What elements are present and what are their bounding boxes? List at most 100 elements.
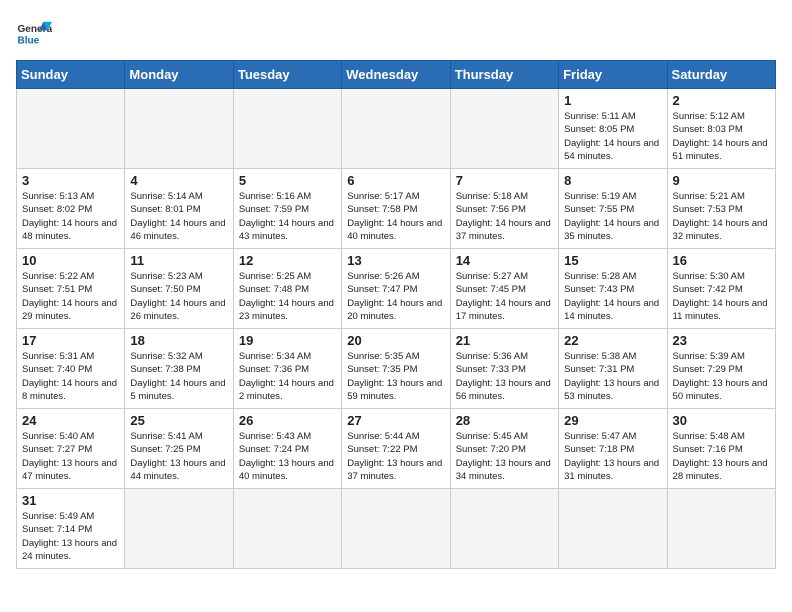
day-number: 7	[456, 173, 553, 188]
day-number: 1	[564, 93, 661, 108]
day-info: Sunrise: 5:19 AM Sunset: 7:55 PM Dayligh…	[564, 190, 661, 243]
day-info: Sunrise: 5:17 AM Sunset: 7:58 PM Dayligh…	[347, 190, 444, 243]
day-number: 27	[347, 413, 444, 428]
weekday-header-thursday: Thursday	[450, 61, 558, 89]
day-info: Sunrise: 5:13 AM Sunset: 8:02 PM Dayligh…	[22, 190, 119, 243]
logo: General Blue	[16, 16, 52, 52]
calendar-cell: 24 Sunrise: 5:40 AM Sunset: 7:27 PM Dayli…	[17, 409, 125, 489]
day-number: 13	[347, 253, 444, 268]
day-info: Sunrise: 5:27 AM Sunset: 7:45 PM Dayligh…	[456, 270, 553, 323]
day-info: Sunrise: 5:41 AM Sunset: 7:25 PM Dayligh…	[130, 430, 227, 483]
calendar-cell: 25 Sunrise: 5:41 AM Sunset: 7:25 PM Dayli…	[125, 409, 233, 489]
day-number: 4	[130, 173, 227, 188]
day-number: 31	[22, 493, 119, 508]
calendar-cell	[559, 489, 667, 569]
day-info: Sunrise: 5:22 AM Sunset: 7:51 PM Dayligh…	[22, 270, 119, 323]
calendar-cell: 17 Sunrise: 5:31 AM Sunset: 7:40 PM Dayli…	[17, 329, 125, 409]
calendar-cell: 15 Sunrise: 5:28 AM Sunset: 7:43 PM Dayli…	[559, 249, 667, 329]
calendar-cell: 7 Sunrise: 5:18 AM Sunset: 7:56 PM Daylig…	[450, 169, 558, 249]
day-info: Sunrise: 5:47 AM Sunset: 7:18 PM Dayligh…	[564, 430, 661, 483]
day-number: 3	[22, 173, 119, 188]
calendar-cell: 9Sunrise: 5:21 AM Sunset: 7:53 PM Daylig…	[667, 169, 775, 249]
day-number: 6	[347, 173, 444, 188]
day-number: 28	[456, 413, 553, 428]
calendar-cell: 31 Sunrise: 5:49 AM Sunset: 7:14 PM Dayli…	[17, 489, 125, 569]
day-number: 24	[22, 413, 119, 428]
day-number: 30	[673, 413, 770, 428]
calendar-cell: 8 Sunrise: 5:19 AM Sunset: 7:55 PM Daylig…	[559, 169, 667, 249]
calendar-cell: 5Sunrise: 5:16 AM Sunset: 7:59 PM Daylig…	[233, 169, 341, 249]
day-number: 25	[130, 413, 227, 428]
calendar-cell: 12 Sunrise: 5:25 AM Sunset: 7:48 PM Dayli…	[233, 249, 341, 329]
day-number: 5	[239, 173, 336, 188]
calendar-cell: 4 Sunrise: 5:14 AM Sunset: 8:01 PM Daylig…	[125, 169, 233, 249]
calendar-cell: 30Sunrise: 5:48 AM Sunset: 7:16 PM Dayli…	[667, 409, 775, 489]
day-number: 23	[673, 333, 770, 348]
day-info: Sunrise: 5:32 AM Sunset: 7:38 PM Dayligh…	[130, 350, 227, 403]
calendar-cell: 29 Sunrise: 5:47 AM Sunset: 7:18 PM Dayli…	[559, 409, 667, 489]
day-number: 12	[239, 253, 336, 268]
day-info: Sunrise: 5:34 AM Sunset: 7:36 PM Dayligh…	[239, 350, 336, 403]
day-number: 2	[673, 93, 770, 108]
day-info: Sunrise: 5:28 AM Sunset: 7:43 PM Dayligh…	[564, 270, 661, 323]
day-number: 19	[239, 333, 336, 348]
calendar-cell	[233, 489, 341, 569]
calendar-week-row: 17 Sunrise: 5:31 AM Sunset: 7:40 PM Dayli…	[17, 329, 776, 409]
weekday-header-sunday: Sunday	[17, 61, 125, 89]
page-header: General Blue	[16, 16, 776, 52]
calendar-cell: 19 Sunrise: 5:34 AM Sunset: 7:36 PM Dayli…	[233, 329, 341, 409]
calendar-week-row: 24 Sunrise: 5:40 AM Sunset: 7:27 PM Dayli…	[17, 409, 776, 489]
calendar-cell: 16 Sunrise: 5:30 AM Sunset: 7:42 PM Dayli…	[667, 249, 775, 329]
calendar-cell: 23Sunrise: 5:39 AM Sunset: 7:29 PM Dayli…	[667, 329, 775, 409]
calendar-cell: 20 Sunrise: 5:35 AM Sunset: 7:35 PM Dayli…	[342, 329, 450, 409]
calendar-week-row: 1Sunrise: 5:11 AM Sunset: 8:05 PM Daylig…	[17, 89, 776, 169]
day-number: 8	[564, 173, 661, 188]
day-number: 29	[564, 413, 661, 428]
day-info: Sunrise: 5:14 AM Sunset: 8:01 PM Dayligh…	[130, 190, 227, 243]
calendar-cell	[667, 489, 775, 569]
day-number: 21	[456, 333, 553, 348]
calendar-week-row: 10Sunrise: 5:22 AM Sunset: 7:51 PM Dayli…	[17, 249, 776, 329]
calendar-cell	[342, 489, 450, 569]
day-number: 16	[673, 253, 770, 268]
calendar-cell: 18 Sunrise: 5:32 AM Sunset: 7:38 PM Dayli…	[125, 329, 233, 409]
day-number: 15	[564, 253, 661, 268]
day-info: Sunrise: 5:31 AM Sunset: 7:40 PM Dayligh…	[22, 350, 119, 403]
day-info: Sunrise: 5:44 AM Sunset: 7:22 PM Dayligh…	[347, 430, 444, 483]
day-number: 20	[347, 333, 444, 348]
day-info: Sunrise: 5:35 AM Sunset: 7:35 PM Dayligh…	[347, 350, 444, 403]
day-number: 9	[673, 173, 770, 188]
day-info: Sunrise: 5:40 AM Sunset: 7:27 PM Dayligh…	[22, 430, 119, 483]
calendar-cell: 27 Sunrise: 5:44 AM Sunset: 7:22 PM Dayli…	[342, 409, 450, 489]
day-number: 26	[239, 413, 336, 428]
svg-text:Blue: Blue	[17, 35, 39, 46]
day-info: Sunrise: 5:12 AM Sunset: 8:03 PM Dayligh…	[673, 110, 770, 163]
calendar-cell	[125, 89, 233, 169]
day-info: Sunrise: 5:23 AM Sunset: 7:50 PM Dayligh…	[130, 270, 227, 323]
calendar-week-row: 31 Sunrise: 5:49 AM Sunset: 7:14 PM Dayli…	[17, 489, 776, 569]
day-number: 17	[22, 333, 119, 348]
calendar-cell: 11 Sunrise: 5:23 AM Sunset: 7:50 PM Dayli…	[125, 249, 233, 329]
weekday-header-saturday: Saturday	[667, 61, 775, 89]
day-info: Sunrise: 5:25 AM Sunset: 7:48 PM Dayligh…	[239, 270, 336, 323]
day-info: Sunrise: 5:38 AM Sunset: 7:31 PM Dayligh…	[564, 350, 661, 403]
day-number: 11	[130, 253, 227, 268]
day-number: 14	[456, 253, 553, 268]
calendar-cell: 6 Sunrise: 5:17 AM Sunset: 7:58 PM Daylig…	[342, 169, 450, 249]
day-info: Sunrise: 5:49 AM Sunset: 7:14 PM Dayligh…	[22, 510, 119, 563]
weekday-header-monday: Monday	[125, 61, 233, 89]
calendar-cell: 1Sunrise: 5:11 AM Sunset: 8:05 PM Daylig…	[559, 89, 667, 169]
day-info: Sunrise: 5:30 AM Sunset: 7:42 PM Dayligh…	[673, 270, 770, 323]
day-number: 18	[130, 333, 227, 348]
calendar-cell: 2 Sunrise: 5:12 AM Sunset: 8:03 PM Daylig…	[667, 89, 775, 169]
calendar-cell: 28Sunrise: 5:45 AM Sunset: 7:20 PM Dayli…	[450, 409, 558, 489]
calendar-table: SundayMondayTuesdayWednesdayThursdayFrid…	[16, 60, 776, 569]
calendar-cell: 26 Sunrise: 5:43 AM Sunset: 7:24 PM Dayli…	[233, 409, 341, 489]
calendar-cell: 3 Sunrise: 5:13 AM Sunset: 8:02 PM Daylig…	[17, 169, 125, 249]
day-info: Sunrise: 5:43 AM Sunset: 7:24 PM Dayligh…	[239, 430, 336, 483]
calendar-header-row: SundayMondayTuesdayWednesdayThursdayFrid…	[17, 61, 776, 89]
calendar-week-row: 3 Sunrise: 5:13 AM Sunset: 8:02 PM Daylig…	[17, 169, 776, 249]
weekday-header-wednesday: Wednesday	[342, 61, 450, 89]
day-info: Sunrise: 5:18 AM Sunset: 7:56 PM Dayligh…	[456, 190, 553, 243]
calendar-cell	[17, 89, 125, 169]
